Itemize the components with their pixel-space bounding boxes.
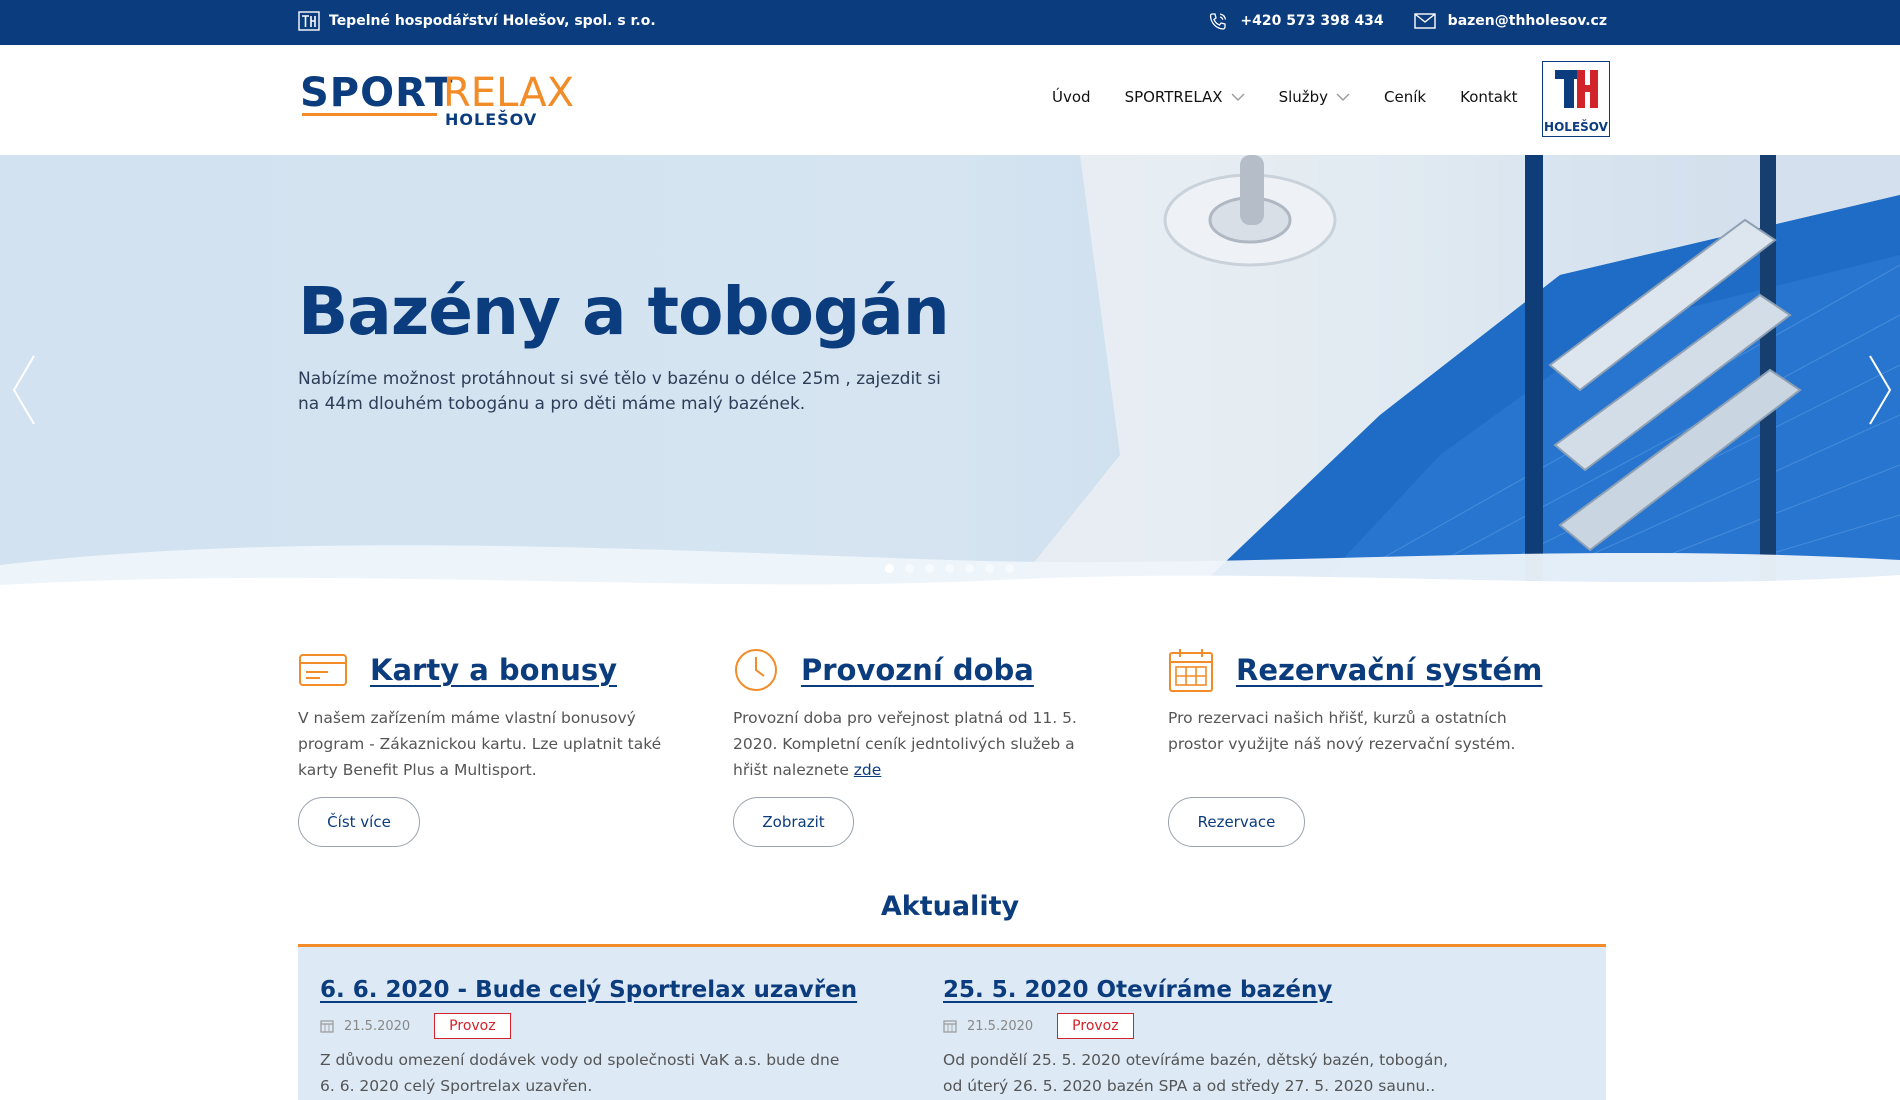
slider-dots bbox=[885, 564, 1025, 573]
logo-subtitle: HOLEŠOV bbox=[445, 110, 538, 129]
th-small-logo-icon bbox=[298, 11, 320, 31]
feature-columns: Karty a bonusy V našem zařízením máme vl… bbox=[298, 645, 1608, 855]
news-tag[interactable]: Provoz bbox=[434, 1013, 511, 1039]
nav-item-label: Služby bbox=[1278, 88, 1329, 106]
nav-item-kontakt[interactable]: Kontakt bbox=[1460, 88, 1517, 106]
th-logo-mark-icon bbox=[1555, 70, 1598, 108]
hero-slider: Bazény a tobogán Nabízíme možnost protáh… bbox=[0, 155, 1900, 605]
chevron-down-icon bbox=[1231, 93, 1245, 101]
mail-icon bbox=[1413, 13, 1436, 29]
news-date: 21.5.2020 bbox=[967, 1018, 1034, 1034]
news-item: 25. 5. 2020 Otevíráme bazény 21.5.2020 P… bbox=[943, 977, 1523, 1099]
slider-dot[interactable] bbox=[945, 564, 954, 573]
news-title[interactable]: 25. 5. 2020 Otevíráme bazény bbox=[943, 977, 1523, 1003]
slider-dot[interactable] bbox=[885, 564, 894, 573]
site-header: SPORT RELAX HOLEŠOV Úvod SPORTRELAX Služ… bbox=[0, 45, 1900, 155]
feature-title[interactable]: Karty a bonusy bbox=[370, 653, 617, 687]
sportrelax-logo[interactable]: SPORT RELAX HOLEŠOV bbox=[300, 70, 574, 130]
nav-item-sluzby[interactable]: Služby bbox=[1279, 88, 1350, 106]
news-list: 6. 6. 2020 - Bude celý Sportrelax uzavře… bbox=[298, 947, 1606, 1100]
phone-number: +420 573 398 434 bbox=[1240, 13, 1384, 29]
news-excerpt: Od pondělí 25. 5. 2020 otevíráme bazén, … bbox=[943, 1051, 1449, 1095]
slider-dot[interactable] bbox=[985, 564, 994, 573]
hero-title: Bazény a tobogán bbox=[298, 273, 950, 350]
reservation-button[interactable]: Rezervace bbox=[1168, 797, 1305, 847]
logo-word-sport: SPORT bbox=[300, 70, 454, 116]
nav-item-label: Kontakt bbox=[1460, 88, 1518, 106]
calendar-small-icon bbox=[320, 1020, 334, 1033]
slider-dot[interactable] bbox=[905, 564, 914, 573]
email-link[interactable]: bazen@thholesov.cz bbox=[1413, 13, 1607, 29]
news-title[interactable]: 6. 6. 2020 - Bude celý Sportrelax uzavře… bbox=[320, 977, 900, 1003]
pool-ladder-image bbox=[0, 155, 1900, 605]
card-icon bbox=[299, 654, 347, 686]
slider-dot[interactable] bbox=[1005, 564, 1014, 573]
news-item: 6. 6. 2020 - Bude celý Sportrelax uzavře… bbox=[320, 977, 900, 1099]
hero-text: Nabízíme možnost protáhnout si své tělo … bbox=[298, 369, 941, 414]
phone-link[interactable]: +420 573 398 434 bbox=[1208, 12, 1384, 30]
company-link[interactable]: Tepelné hospodářství Holešov, spol. s r.… bbox=[298, 11, 656, 31]
feature-description: Pro rezervaci našich hřišť, kurzů a osta… bbox=[1168, 709, 1516, 753]
slider-dot[interactable] bbox=[925, 564, 934, 573]
slider-prev-arrow-icon[interactable] bbox=[8, 350, 38, 430]
pricing-link[interactable]: zde bbox=[854, 761, 882, 779]
feature-title[interactable]: Provozní doba bbox=[801, 653, 1034, 687]
feature-description-text: Provozní doba pro veřejnost platná od 11… bbox=[733, 709, 1077, 779]
read-more-button[interactable]: Číst více bbox=[298, 797, 420, 847]
news-excerpt: Z důvodu omezení dodávek vody od společn… bbox=[320, 1051, 840, 1095]
logo-underline bbox=[302, 113, 437, 116]
feature-cards: Karty a bonusy V našem zařízením máme vl… bbox=[298, 645, 698, 847]
show-button[interactable]: Zobrazit bbox=[733, 797, 854, 847]
main-nav: Úvod SPORTRELAX Služby Ceník Kontakt bbox=[1052, 88, 1518, 106]
clock-icon bbox=[735, 649, 777, 691]
email-address: bazen@thholesov.cz bbox=[1447, 13, 1607, 29]
feature-description: V našem zařízením máme vlastní bonusový … bbox=[298, 709, 662, 779]
news-heading: Aktuality bbox=[880, 891, 1020, 922]
calendar-small-icon bbox=[943, 1020, 957, 1033]
chevron-down-icon bbox=[1336, 93, 1350, 101]
nav-item-uvod[interactable]: Úvod bbox=[1052, 88, 1091, 106]
top-bar: Tepelné hospodářství Holešov, spol. s r.… bbox=[0, 0, 1900, 45]
feature-description: Provozní doba pro veřejnost platná od 11… bbox=[733, 705, 1113, 783]
nav-item-label: Ceník bbox=[1384, 88, 1427, 106]
news-tag[interactable]: Provoz bbox=[1057, 1013, 1134, 1039]
news-date: 21.5.2020 bbox=[344, 1018, 411, 1034]
nav-item-sportrelax[interactable]: SPORTRELAX bbox=[1125, 88, 1245, 106]
feature-title[interactable]: Rezervační systém bbox=[1236, 653, 1542, 687]
feature-reservations: Rezervační systém Pro rezervaci našich h… bbox=[1168, 645, 1568, 847]
nav-item-label: SPORTRELAX bbox=[1124, 88, 1223, 106]
phone-icon bbox=[1210, 13, 1227, 30]
nav-item-label: Úvod bbox=[1052, 88, 1091, 106]
th-logo-label: HOLEŠOV bbox=[1544, 120, 1608, 134]
slider-dot[interactable] bbox=[965, 564, 974, 573]
nav-item-cenik[interactable]: Ceník bbox=[1384, 88, 1426, 106]
company-name: Tepelné hospodářství Holešov, spol. s r.… bbox=[329, 13, 656, 29]
th-holesov-logo[interactable]: HOLEŠOV bbox=[1542, 61, 1610, 137]
feature-opening-hours: Provozní doba Provozní doba pro veřejnos… bbox=[733, 645, 1133, 847]
calendar-icon bbox=[1169, 649, 1213, 692]
slider-next-arrow-icon[interactable] bbox=[1866, 350, 1896, 430]
